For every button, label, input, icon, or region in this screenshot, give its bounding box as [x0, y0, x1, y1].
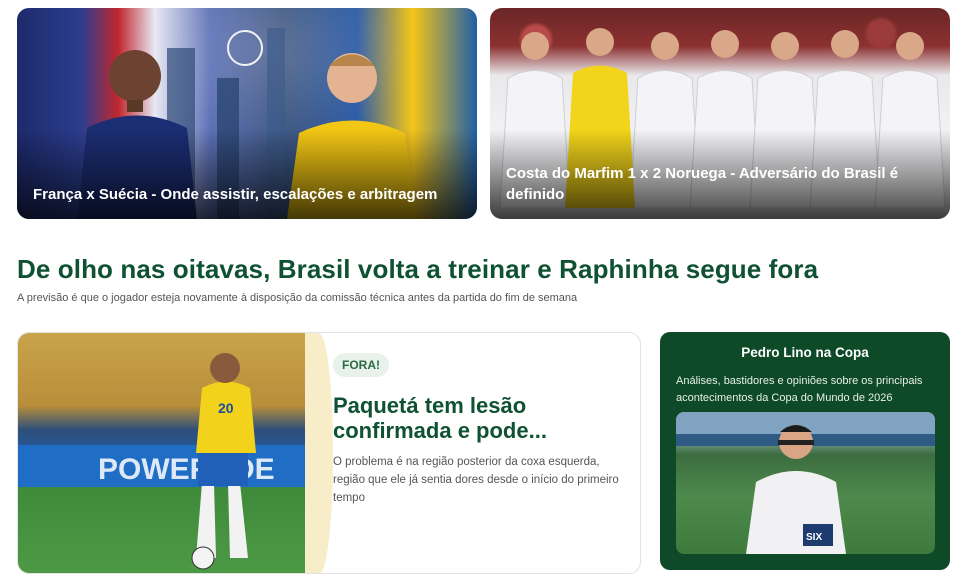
headline-subtitle: A previsão é que o jogador esteja novame…	[17, 292, 578, 304]
columnist-illustration: SIX	[676, 412, 935, 554]
headline-title[interactable]: De olho nas oitavas, Brasil volta a trei…	[17, 254, 818, 285]
board-text: POWERADE	[98, 453, 275, 486]
card-title[interactable]: França x Suécia - Onde assistir, escalaç…	[33, 184, 461, 205]
columnist-photo: SIX	[676, 412, 935, 554]
panel-description: Análises, bastidores e opiniões sobre os…	[676, 375, 923, 404]
tag-badge: FORA!	[333, 353, 389, 377]
feature-card-paqueta[interactable]: POWERADE 20 FORA! Paquetá tem lesão conf…	[17, 332, 641, 574]
feature-photo: POWERADE 20	[18, 333, 315, 573]
panel-title[interactable]: Pedro Lino na Copa	[660, 345, 950, 360]
card-title[interactable]: Costa do Marfim 1 x 2 Noruega - Adversár…	[506, 163, 934, 205]
feature-description: O problema é na região posterior da coxa…	[333, 456, 619, 504]
shirt-number: 20	[218, 400, 234, 416]
player-illustration: POWERADE 20	[18, 353, 315, 570]
shirt-logo-text: SIX	[806, 532, 822, 543]
feature-title[interactable]: Paquetá tem lesão confirmada e pode...	[333, 393, 623, 443]
news-card-ivory-coast-norway[interactable]: Costa do Marfim 1 x 2 Noruega - Adversár…	[490, 8, 950, 219]
photo-arc	[305, 333, 333, 573]
card-gradient	[17, 129, 477, 219]
columnist-panel[interactable]: Pedro Lino na Copa Análises, bastidores …	[660, 332, 950, 570]
news-card-france-sweden[interactable]: França x Suécia - Onde assistir, escalaç…	[17, 8, 477, 219]
page: França x Suécia - Onde assistir, escalaç…	[0, 0, 966, 583]
